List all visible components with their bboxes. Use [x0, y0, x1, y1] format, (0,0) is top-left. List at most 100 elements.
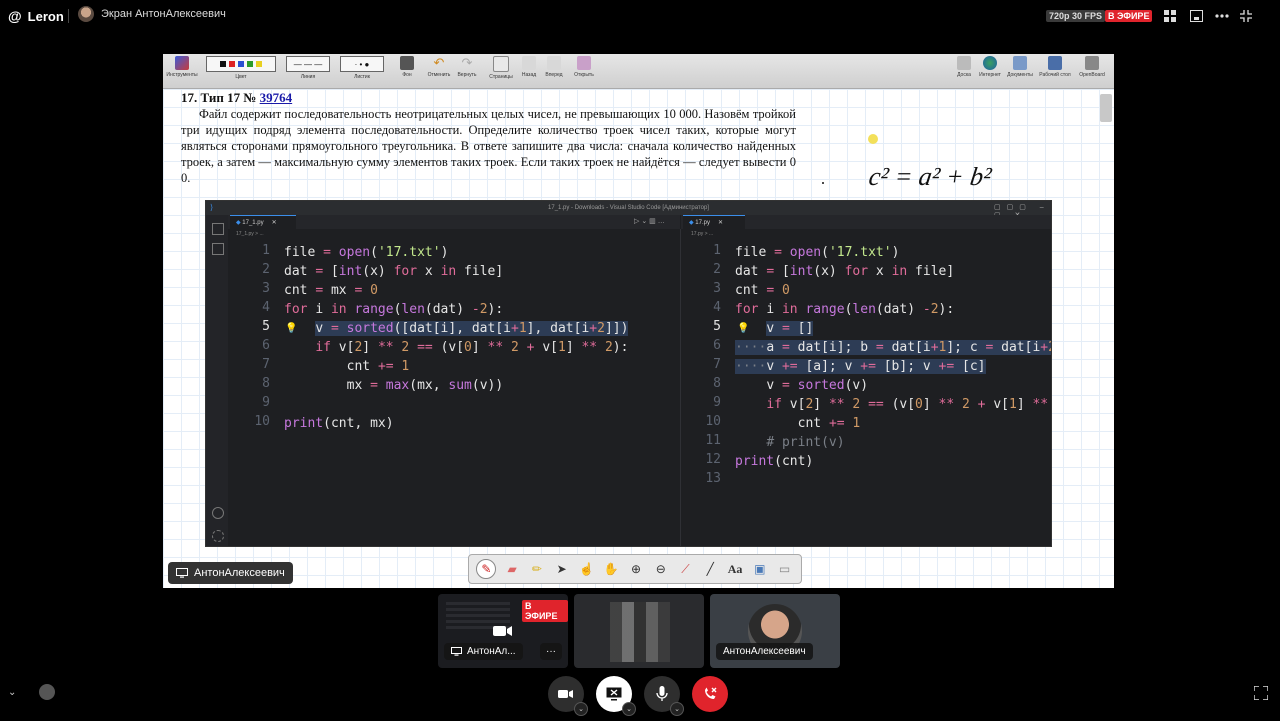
handwritten-formula: c² = a² + b² — [867, 162, 994, 191]
screen-share-icon — [451, 647, 462, 656]
account-icon[interactable] — [212, 507, 224, 519]
openboard-button[interactable]: OpenBoard — [1075, 56, 1109, 78]
quality-badge: 720p 30 FPS — [1046, 10, 1106, 22]
microphone-icon — [656, 686, 668, 701]
avatar — [78, 6, 94, 22]
microphone-toggle-button[interactable]: ⌄ — [644, 676, 684, 716]
board-icon — [957, 56, 971, 70]
forward-button[interactable]: Вперед — [543, 56, 565, 78]
top-bar: @ Leron Экран АнтонАлексеевич 720p 30 FP… — [0, 0, 1280, 32]
layout-grid-icon[interactable] — [1162, 8, 1178, 24]
line-icon[interactable]: ╱ — [701, 560, 719, 578]
laser-icon[interactable]: ⟋ — [677, 560, 695, 578]
task-number-link[interactable]: 39764 — [260, 90, 293, 105]
pen-tool-icon — [175, 56, 189, 70]
keyboard-icon[interactable]: ▭ — [776, 560, 794, 578]
back-button[interactable]: Назад — [519, 56, 539, 78]
thumbnail-participant-video[interactable]: АнтонАлексеевич — [710, 594, 840, 668]
cursor-icon[interactable]: ➤ — [553, 560, 571, 578]
internet-button[interactable]: Интернет — [977, 56, 1003, 78]
left-file-tab[interactable]: ◆ 17_1.py ✕ — [230, 215, 296, 230]
desktop-button[interactable]: Рабочий стол — [1037, 56, 1073, 78]
documents-button[interactable]: Документы — [1005, 56, 1035, 78]
live-badge: В ЭФИРЕ — [1105, 10, 1153, 22]
capture-icon[interactable]: ▣ — [751, 560, 769, 578]
right-code: file = open('17.txt') dat = [int(x) for … — [735, 243, 1051, 471]
pointer-hand-icon[interactable]: ☝ — [577, 560, 595, 578]
fullscreen-exit-icon[interactable] — [1238, 8, 1254, 24]
drawing-tools-bar: ✎ ▰ ✏ ➤ ☝ ✋ ⊕ ⊖ ⟋ ╱ Aa ▣ ▭ — [468, 554, 802, 584]
thumbnail-screen-share[interactable]: В ЭФИРЕ АнтонАл... ··· — [438, 594, 568, 668]
pages-button[interactable]: Страницы — [487, 56, 515, 80]
picture-in-picture-icon[interactable] — [1188, 8, 1204, 24]
stop-screen-share-button[interactable]: ⌄ — [596, 676, 636, 716]
pages-icon — [493, 56, 509, 72]
left-breadcrumb: 17_1.py > ... — [236, 231, 264, 237]
extensions-icon[interactable] — [212, 243, 224, 255]
globe-icon — [983, 56, 997, 70]
open-button[interactable]: Открыть — [571, 56, 597, 78]
laser-pointer — [868, 134, 878, 144]
text-icon[interactable]: Aa — [726, 560, 744, 578]
forward-icon — [547, 56, 561, 70]
app-brand[interactable]: @ Leron — [8, 8, 64, 24]
stroke-size-picker[interactable]: · • ● Листик — [339, 56, 385, 80]
close-tab-icon[interactable]: ✕ — [718, 220, 723, 226]
eraser-icon[interactable]: ▰ — [503, 560, 521, 578]
more-options-icon[interactable] — [1214, 8, 1230, 24]
side-panel-toggle[interactable] — [1100, 94, 1112, 122]
task-title: 17. Тип 17 № 39764 — [181, 90, 293, 105]
thumbnail-live-badge: В ЭФИРЕ — [522, 600, 568, 622]
microphone-options-chevron-icon[interactable]: ⌄ — [670, 702, 684, 716]
task-text-block: 17. Тип 17 № 39764 Файл содержит последо… — [181, 90, 796, 186]
camera-icon — [493, 626, 512, 636]
collapse-chevron-icon[interactable]: ⌄ — [8, 687, 16, 698]
thumbnail-blurred-participant[interactable] — [574, 594, 704, 668]
divider — [68, 9, 69, 23]
pen-icon[interactable]: ✎ — [476, 559, 497, 579]
line-width-picker[interactable]: — — — Линия — [285, 56, 331, 80]
end-call-icon — [705, 687, 717, 699]
background-button[interactable]: Фон — [395, 56, 419, 78]
openboard-icon — [1085, 56, 1099, 70]
user-avatar-icon[interactable] — [39, 684, 55, 700]
stop-share-icon — [606, 687, 622, 701]
undo-button[interactable]: ↶ Отменить — [425, 55, 453, 79]
expand-fullscreen-icon[interactable] — [1253, 685, 1269, 705]
board-button[interactable]: Доска — [953, 56, 975, 78]
end-call-button[interactable] — [692, 676, 728, 712]
shared-screen: Инструменты Цвет — — — Линия · • ● Листи… — [163, 54, 1114, 588]
undo-icon: ↶ — [433, 55, 445, 70]
camera-options-chevron-icon[interactable]: ⌄ — [574, 702, 588, 716]
camera-toggle-button[interactable]: ⌄ — [548, 676, 588, 716]
tools-button[interactable]: Инструменты — [165, 56, 199, 78]
run-icon[interactable]: ▷ ⌄ ▥ … — [634, 217, 665, 225]
whiteboard-toolbar: Инструменты Цвет — — — Линия · • ● Листи… — [163, 54, 1114, 89]
hand-icon[interactable]: ✋ — [602, 560, 620, 578]
zoom-out-icon[interactable]: ⊖ — [652, 560, 670, 578]
share-options-chevron-icon[interactable]: ⌄ — [622, 702, 636, 716]
presenter-name-chip: АнтонАлексеевич — [168, 562, 293, 584]
screen-share-icon — [176, 568, 188, 578]
vscode-logo-icon: ⟩ — [210, 203, 214, 212]
open-icon — [577, 56, 591, 70]
thumbnail-more-icon[interactable]: ··· — [540, 643, 562, 660]
right-breadcrumb: 17.py > ... — [691, 231, 714, 237]
presenter-label: Экран АнтонАлексеевич — [101, 8, 226, 20]
app-name: Leron — [27, 8, 64, 24]
left-code-editor[interactable]: 1 2 3 4 5 6 7 8 9 10 💡 file = open('17.t… — [228, 243, 680, 543]
zoom-in-icon[interactable]: ⊕ — [627, 560, 645, 578]
redo-button[interactable]: ↷ Вернуть — [455, 56, 479, 79]
ink-dot — [822, 182, 824, 184]
right-code-editor[interactable]: 1 2 3 4 5 6 7 8 9 10 11 12 13 💡 file = o… — [681, 243, 1051, 543]
at-icon: @ — [8, 8, 22, 24]
close-tab-icon[interactable]: ✕ — [272, 220, 277, 226]
marker-icon[interactable]: ✏ — [528, 560, 546, 578]
right-file-tab[interactable]: ◆ 17.py ✕ — [683, 215, 745, 230]
color-picker[interactable]: Цвет — [205, 56, 277, 80]
vscode-title: 17_1.py - Downloads - Visual Studio Code… — [206, 201, 1051, 215]
vscode-window: 17_1.py - Downloads - Visual Studio Code… — [205, 200, 1052, 547]
presenter-info: Экран АнтонАлексеевич — [78, 6, 226, 22]
settings-gear-icon[interactable] — [212, 530, 224, 542]
explorer-icon[interactable] — [212, 223, 224, 235]
